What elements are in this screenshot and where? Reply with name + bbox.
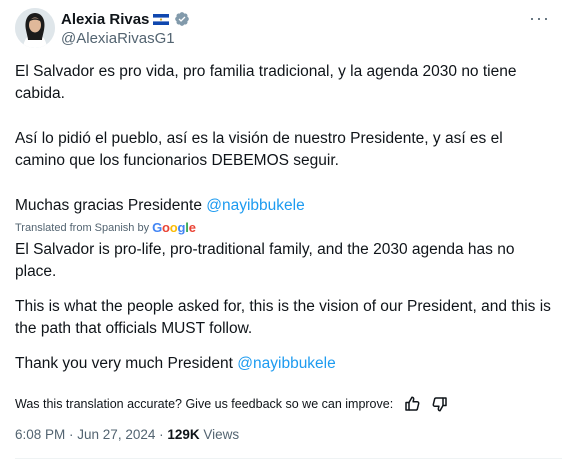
- author-name-row: Alexia Rivas: [61, 9, 190, 29]
- translated-paragraph-1: El Salvador is pro-life, pro-traditional…: [15, 241, 515, 280]
- original-paragraph-2: Así lo pidió el pueblo, así es la visión…: [15, 130, 503, 169]
- views-label: Views: [199, 427, 240, 442]
- translated-paragraph-3: Thank you very much President @nayibbuke…: [15, 353, 553, 375]
- original-thanks-text: Muchas gracias Presidente: [15, 197, 207, 214]
- more-options-button[interactable]: ···: [529, 8, 550, 28]
- original-paragraph-1: El Salvador es pro vida, pro familia tra…: [15, 63, 517, 102]
- divider: [15, 458, 562, 459]
- tweet: Alexia Rivas @AlexiaRivasG1 ··· El Salva…: [0, 0, 577, 466]
- google-logo: Google: [152, 220, 196, 235]
- thumbs-down-icon[interactable]: [431, 395, 449, 413]
- verified-badge-icon[interactable]: [174, 11, 190, 27]
- meta-separator: ·: [155, 427, 168, 442]
- translation-note-label: Translated from Spanish by: [15, 221, 150, 234]
- translation-feedback-prompt: Was this translation accurate? Give us f…: [15, 397, 394, 411]
- views-count[interactable]: 129K: [167, 427, 199, 442]
- author-handle[interactable]: @AlexiaRivasG1: [61, 30, 175, 47]
- avatar[interactable]: [15, 8, 55, 48]
- thumbs-up-icon[interactable]: [403, 395, 421, 413]
- translated-paragraph-2: This is what the people asked for, this …: [15, 298, 551, 337]
- translated-mention-link[interactable]: @nayibbukele: [237, 355, 335, 372]
- tweet-date[interactable]: Jun 27, 2024: [77, 427, 155, 442]
- tweet-time[interactable]: 6:08 PM: [15, 427, 65, 442]
- original-mention-link[interactable]: @nayibbukele: [206, 197, 304, 214]
- author-display-name[interactable]: Alexia Rivas: [61, 11, 149, 28]
- tweet-meta: 6:08 PM · Jun 27, 2024 · 129K Views: [15, 427, 239, 442]
- el-salvador-flag-icon: [153, 13, 170, 25]
- meta-separator: ·: [65, 427, 78, 442]
- translation-note: Translated from Spanish by Google: [15, 220, 196, 235]
- original-paragraph-3: Muchas gracias Presidente @nayibbukele: [15, 195, 553, 217]
- translated-thanks-text: Thank you very much President: [15, 355, 238, 372]
- translation-feedback-row: Was this translation accurate? Give us f…: [15, 395, 449, 413]
